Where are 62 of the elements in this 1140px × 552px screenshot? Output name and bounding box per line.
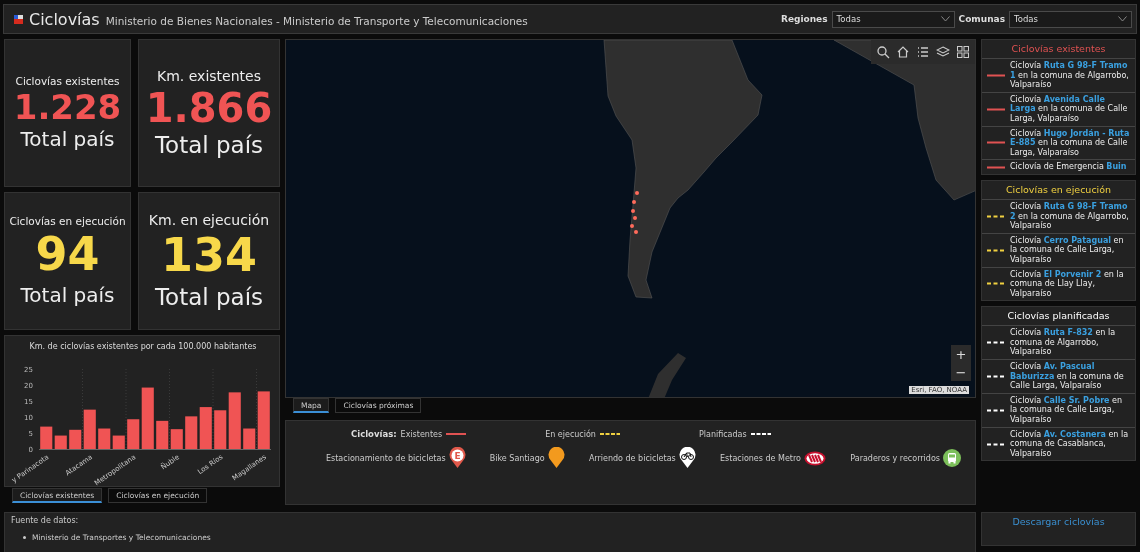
legend-label: Paraderos y recorridos: [850, 453, 940, 463]
zoom-in-button[interactable]: +: [951, 345, 971, 363]
bar: [199, 407, 212, 449]
stat-caption: Total país: [20, 127, 115, 152]
list-item[interactable]: Ciclovía Cerro Patagual en la comuna de Calle Larga, Valparaíso: [982, 232, 1135, 267]
dropdown-field[interactable]: Todas: [1009, 10, 1132, 28]
chevron-icon: [1118, 16, 1127, 22]
search-icon: [876, 45, 890, 59]
stat-caption: Total país: [154, 132, 264, 158]
grid-icon: [956, 45, 970, 59]
stat-label: Km. en ejecución: [148, 212, 270, 229]
list-item[interactable]: Ciclovía El Porvenir 2 en la comuna de Llay Llay, Valparaíso: [982, 266, 1135, 301]
bullet-icon: [23, 536, 26, 539]
legend-label: En ejecución: [545, 429, 596, 439]
list-icon: [916, 45, 930, 59]
legend-label: Planificadas: [698, 429, 747, 439]
stat-value: 1.228: [13, 86, 122, 128]
list-item[interactable]: Ciclovía Av. Costanera en la comuna de Casablanca, Valparaíso: [982, 426, 1135, 461]
legend-label: Arriendo de bicicletas: [588, 453, 676, 463]
bus-icon: [942, 449, 961, 467]
stat-label: Ciclovías existentes: [15, 74, 120, 87]
stat-value: 1.866: [145, 84, 273, 132]
bicycle-pin-icon: [678, 447, 696, 469]
stat-label: Km. existentes: [157, 68, 261, 84]
legend-heading: Ciclovías:: [351, 429, 397, 439]
bar: [185, 416, 198, 449]
list-title: Ciclovías planificadas: [1006, 309, 1111, 324]
source-heading: Fuente de datos:: [11, 516, 80, 525]
metro-logo-icon: [804, 450, 826, 466]
list-item[interactable]: Ciclovía de Emergencia Buin: [982, 159, 1135, 174]
list-title: Ciclovías en ejecución: [1004, 182, 1113, 197]
list-item[interactable]: Ciclovía Ruta F-832 en la comuna de Algarrobo, Valparaíso: [982, 325, 1135, 360]
legend-label: Existentes: [400, 429, 443, 439]
legend-label: Estaciones de Metro: [720, 453, 801, 463]
legend-label: Estacionamiento de bicicletas: [326, 453, 446, 463]
app-title: Ciclovías: [29, 9, 100, 29]
stat-label: Ciclovías en ejecución: [9, 215, 126, 228]
list-item[interactable]: Ciclovía Ruta G 98-F Tramo 1 en la comuna de Algarrobo, Valparaíso: [982, 58, 1135, 92]
pin-icon: [547, 447, 565, 469]
stat-caption: Total país: [20, 282, 115, 307]
parking-pin-icon: E: [448, 447, 466, 469]
home-icon: [896, 45, 910, 59]
stat-value: 134: [161, 228, 257, 284]
download-link[interactable]: Descargar ciclovías: [1012, 516, 1105, 528]
zoom-out-button[interactable]: −: [951, 363, 971, 381]
chart-title: Km. de ciclovías existentes por cada 100.000 habitantes: [29, 342, 257, 351]
filter-label: Comunas: [958, 14, 1005, 24]
stat-value: 94: [35, 227, 100, 283]
filter-label: Regiones: [780, 14, 828, 24]
app-subtitle: Ministerio de Bienes Nacionales - Ministerio de Transporte y Telecomunicaciones: [105, 14, 528, 27]
dropdown-field[interactable]: Todas: [831, 10, 955, 28]
layers-icon: [936, 45, 950, 59]
list-title: Ciclovías existentes: [1010, 42, 1107, 56]
list-item[interactable]: Ciclovía Avenida Calle Larga en la comuna de Calle Larga, Valparaíso: [982, 91, 1135, 126]
list-item[interactable]: Ciclovía Hugo Jordán - Ruta E-885 en la comuna de Calle Larga, Valparaíso: [982, 125, 1135, 160]
flag-icon: [14, 14, 23, 24]
legend-label: Bike Santiago: [489, 453, 545, 463]
stat-caption: Total país: [154, 283, 264, 310]
chevron-icon: [940, 16, 950, 22]
list-item[interactable]: Ciclovía Av. Pascual Baburizza en la comuna de Calle Larga, Valparaíso: [982, 359, 1135, 393]
list-item[interactable]: Ciclovía Ruta G 98-F Tramo 2 en la comuna de Algarrobo, Valparaíso: [982, 198, 1135, 233]
list-item[interactable]: Ciclovía Calle Sr. Pobre en la comuna de Calle Larga, Valparaíso: [982, 392, 1135, 427]
